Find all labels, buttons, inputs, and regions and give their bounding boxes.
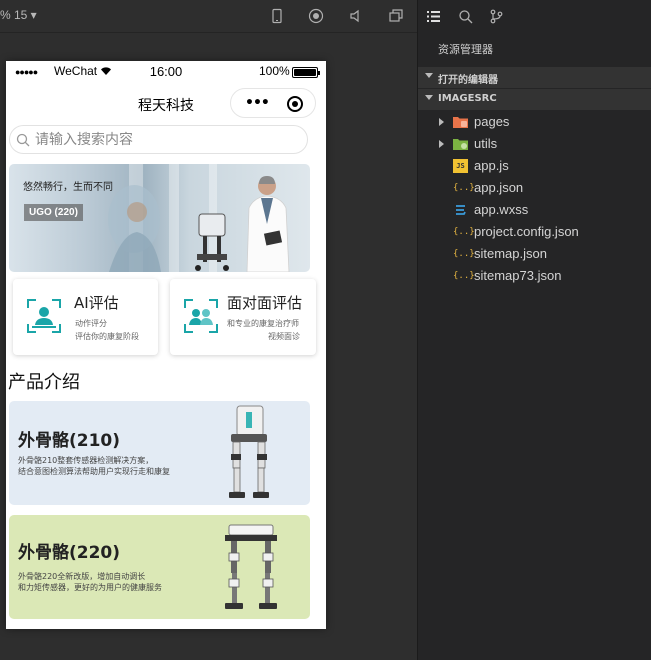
zoom-selector[interactable]: % 15 ▾ [0,8,37,22]
product-desc: 结合意图检测算法帮助用户实现行走和康复 [18,467,170,476]
tree-item-label: app.json [474,180,524,195]
tree-item-utils[interactable]: utils [418,133,651,155]
product-desc: 外骨骼210整套传感器检测解决方案， [18,456,154,465]
pages-folder-icon [453,117,468,128]
search-input[interactable] [35,130,295,150]
tree-item-label: app.wxss [474,202,529,217]
tree-item-app-wxss[interactable]: app.wxss [418,199,651,221]
explorer-toolbar [418,0,651,33]
chevron-right-icon [439,140,444,148]
js-file-icon: JS [453,159,468,173]
json-file-icon: {..} [453,249,475,259]
search-icon[interactable] [458,9,473,24]
tree-item-label: pages [474,114,510,129]
chevron-down-icon [425,95,433,100]
face-to-face-eval-card[interactable]: 面对面评估 和专业的康复治疗师 视频面诊 [170,279,316,355]
face-to-face-eval-icon [184,299,218,333]
search-bar [9,125,308,154]
window-icon[interactable] [388,8,404,24]
product-card-220[interactable]: 外骨骼(220) 外骨骼220全新改版，增加自动调长 和力矩传感器，更好的为用户… [9,515,310,619]
exoskeleton-220-image [225,524,277,609]
json-file-icon: {..} [453,227,475,237]
tree-item-app-json[interactable]: {..} app.json [418,177,651,199]
battery-icon [292,67,320,78]
ai-eval-icon [27,299,61,333]
ai-eval-card[interactable]: AI评估 动作评分 评估你的康复阶段 [13,279,158,355]
eval-card-title: 面对面评估 [227,294,303,312]
hero-banner[interactable]: 悠然畅行，生而不同 UGO (220) [9,164,310,272]
section-label: IMAGESRC [438,93,497,104]
more-menu-button[interactable]: ••• [245,95,270,111]
json-file-icon: {..} [453,183,475,193]
simulator-toolbar: % 15 ▾ [0,0,417,33]
product-desc: 和力矩传感器，更好的为用户的健康服务 [18,583,162,592]
sound-icon[interactable] [348,8,364,24]
chevron-right-icon [439,118,444,126]
phone-icon[interactable] [269,8,285,24]
nav-bar: 程天科技 ••• [6,83,326,123]
explorer-pane: 资源管理器 打开的编辑器 IMAGESRC pages utils JS app… [417,0,651,660]
tree-item-label: project.config.json [474,224,579,239]
eval-card-subtitle: 和专业的康复治疗师 [227,319,299,328]
close-mini-program-button[interactable] [287,96,303,112]
banner-product-tag: UGO (220) [24,204,83,221]
status-bar: ●●●●● WeChat 16:00 100% [6,61,326,83]
simulator-pane: % 15 ▾ ●●●●● WeChat 16:00 100% 程天科技 ••• … [0,0,417,660]
banner-slogan: 悠然畅行，生而不同 [23,182,113,193]
eval-card-subtitle: 评估你的康复阶段 [75,332,139,341]
tree-item-sitemap73-json[interactable]: {..} sitemap73.json [418,265,651,287]
tree-item-pages[interactable]: pages [418,111,651,133]
tree-item-project-config-json[interactable]: {..} project.config.json [418,221,651,243]
record-icon[interactable] [308,8,324,24]
capsule-menu: ••• [230,88,316,118]
tree-item-app-js[interactable]: JS app.js [418,155,651,177]
tree-item-label: app.js [474,158,509,173]
tree-item-label: utils [474,136,498,151]
list-icon[interactable] [426,9,441,24]
product-card-210[interactable]: 外骨骼(210) 外骨骼210整套传感器检测解决方案， 结合意图检测算法帮助用户… [9,401,310,505]
eval-card-subtitle: 动作评分 [75,319,107,328]
tree-item-label: sitemap.json [474,246,547,261]
json-file-icon: {..} [453,271,475,281]
wxss-file-icon [456,205,466,215]
exoskeleton-210-image [229,405,269,498]
eval-card-subtitle: 视频面诊 [268,332,300,341]
battery-percent: 100% [259,64,290,78]
phone-screen: ●●●●● WeChat 16:00 100% 程天科技 ••• 请输入搜索内容… [6,61,326,629]
product-name: 外骨骼(220) [18,543,121,563]
open-editors-section[interactable]: 打开的编辑器 [418,67,651,88]
tree-item-label: sitemap73.json [474,268,562,283]
chevron-down-icon [425,73,433,78]
section-label: 打开的编辑器 [438,75,498,86]
search-icon [16,133,30,147]
utils-folder-icon [453,139,468,150]
section-title: 产品介绍 [8,372,80,393]
eval-card-title: AI评估 [74,294,119,312]
project-root-section[interactable]: IMAGESRC [418,89,651,110]
product-desc: 外骨骼220全新改版，增加自动调长 [18,572,146,581]
explorer-title: 资源管理器 [438,43,493,56]
branch-icon[interactable] [489,9,504,24]
tree-item-sitemap-json[interactable]: {..} sitemap.json [418,243,651,265]
product-name: 外骨骼(210) [18,431,121,451]
